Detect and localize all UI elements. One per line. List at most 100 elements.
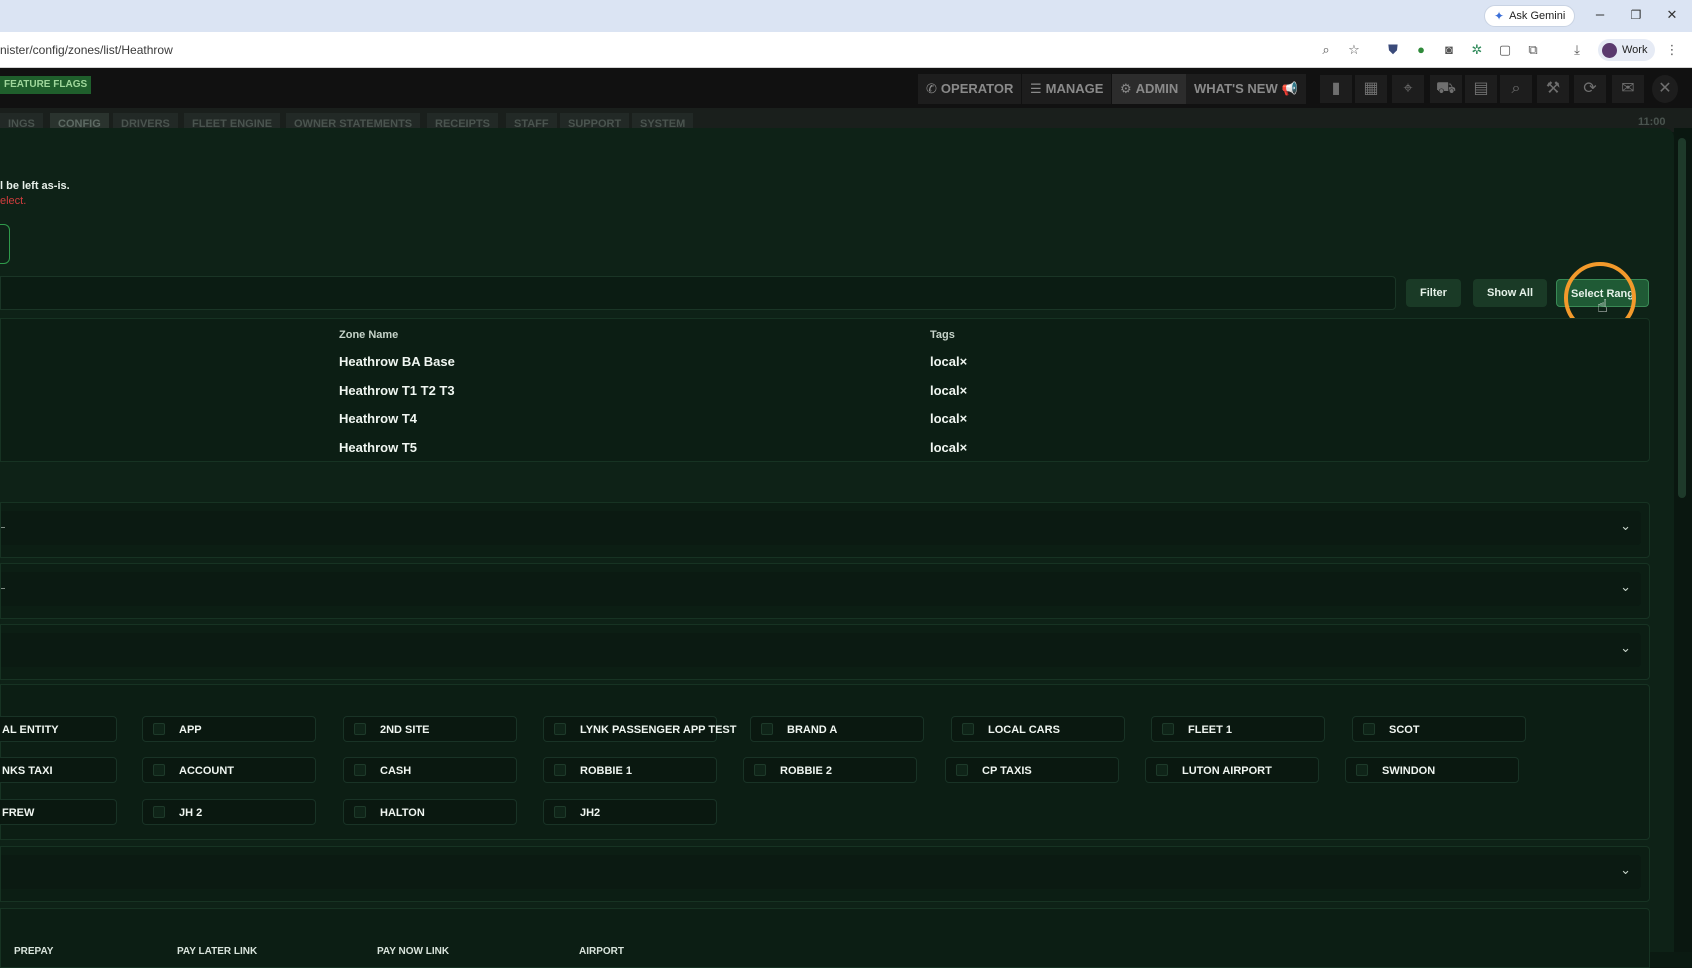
menu-kebab-icon[interactable]: ⋮ <box>1664 42 1680 58</box>
close-icon[interactable]: ✕ <box>1652 75 1678 103</box>
entity-checkbox[interactable]: SCOT <box>1352 716 1526 742</box>
dropdown-select[interactable]: ⌄ <box>1 511 1641 545</box>
tag-cell[interactable]: local× <box>930 440 967 455</box>
entity-checkbox[interactable]: HALTON <box>343 799 517 825</box>
checkbox-box[interactable] <box>554 723 566 735</box>
operator-button[interactable]: ✆ OPERATOR <box>918 74 1022 104</box>
avatar <box>1602 42 1617 58</box>
scrollbar-thumb[interactable] <box>1678 138 1686 498</box>
entity-checkbox[interactable]: SWINDON <box>1345 757 1519 783</box>
minimize-button[interactable]: – <box>1590 6 1610 23</box>
entity-checkbox[interactable]: APP <box>142 716 316 742</box>
dropdown-select[interactable]: ⌄ <box>1 633 1641 667</box>
action-button-partial[interactable] <box>0 224 10 264</box>
download-icon[interactable]: ⤓ <box>1569 42 1585 58</box>
refresh-icon[interactable]: ⟳ <box>1574 75 1606 103</box>
dropdown-select[interactable]: ⌄ <box>1 855 1641 889</box>
entity-checkbox[interactable]: NKS TAXI <box>0 757 117 783</box>
entity-checkbox[interactable]: ROBBIE 2 <box>743 757 917 783</box>
extension-gear-icon[interactable]: ✲ <box>1469 42 1485 58</box>
checkbox-box[interactable] <box>754 764 766 776</box>
checkbox-box[interactable] <box>1356 764 1368 776</box>
checkbox-box[interactable] <box>962 723 974 735</box>
manage-button[interactable]: ☰ MANAGE <box>1022 74 1112 104</box>
checkbox-box[interactable] <box>1162 723 1174 735</box>
entity-checkbox[interactable]: ROBBIE 1 <box>543 757 717 783</box>
tag-cell[interactable]: local× <box>930 354 967 369</box>
ask-gemini-label: Ask Gemini <box>1509 10 1566 22</box>
entity-checkbox[interactable]: 2ND SITE <box>343 716 517 742</box>
checkbox-box[interactable] <box>956 764 968 776</box>
zone-name-cell[interactable]: Heathrow T5 <box>339 440 417 455</box>
dropdown-section: ⌄ <box>0 846 1650 902</box>
admin-button[interactable]: ⚙ ADMIN <box>1112 74 1187 104</box>
tag-cell[interactable]: local× <box>930 383 967 398</box>
entity-checkbox[interactable]: CASH <box>343 757 517 783</box>
dropdown-value-dash <box>1 527 5 528</box>
entity-checkbox[interactable]: LOCAL CARS <box>951 716 1125 742</box>
bookmark-star-icon[interactable]: ☆ <box>1346 42 1362 58</box>
filter-button[interactable]: Filter <box>1406 279 1461 307</box>
grid-icon[interactable]: ▦ <box>1355 75 1387 103</box>
checkbox-box[interactable] <box>354 806 366 818</box>
checkbox-box[interactable] <box>1156 764 1168 776</box>
chat-icon[interactable]: ✉ <box>1612 75 1644 103</box>
zone-name-cell[interactable]: Heathrow BA Base <box>339 354 455 369</box>
header-tags: Tags <box>930 329 955 341</box>
ask-gemini-button[interactable]: ✦ Ask Gemini <box>1484 5 1576 27</box>
car-icon[interactable]: ⛟ <box>1430 75 1462 103</box>
zoom-icon[interactable]: ⌕ <box>1318 42 1334 58</box>
url-input[interactable]: nister/config/zones/list/Heathrow <box>0 43 173 57</box>
entity-label: LOCAL CARS <box>988 724 1060 736</box>
checkbox-box[interactable] <box>153 764 165 776</box>
entity-label: CP TAXIS <box>982 765 1032 777</box>
entity-label: ROBBIE 2 <box>780 765 832 777</box>
checkbox-box[interactable] <box>153 806 165 818</box>
map-pin-icon[interactable]: ⌖ <box>1392 75 1424 103</box>
close-window-button[interactable]: ✕ <box>1662 7 1682 23</box>
entity-checkbox[interactable]: JH2 <box>543 799 717 825</box>
tab-square-icon[interactable]: ▢ <box>1497 42 1513 58</box>
chart-icon[interactable]: ▮ <box>1320 75 1352 103</box>
dropdown-select[interactable]: ⌄ <box>1 572 1641 606</box>
entity-checkbox[interactable]: LUTON AIRPORT <box>1145 757 1319 783</box>
phone-icon: ✆ <box>926 81 937 96</box>
extension-circle-icon[interactable]: ● <box>1413 42 1429 58</box>
entity-checkbox[interactable]: JH 2 <box>142 799 316 825</box>
checkbox-box[interactable] <box>761 723 773 735</box>
extension-shield-icon[interactable]: ⛊ <box>1385 42 1401 58</box>
entity-checkbox[interactable]: BRAND A <box>750 716 924 742</box>
profile-button[interactable]: Work <box>1598 39 1656 61</box>
checkbox-box[interactable] <box>153 723 165 735</box>
tag-cell[interactable]: local× <box>930 411 967 426</box>
wrench-icon[interactable]: ⚒ <box>1537 75 1569 103</box>
checkbox-box[interactable] <box>1363 723 1375 735</box>
entity-checkbox[interactable]: FREW <box>0 799 117 825</box>
restore-button[interactable]: ❐ <box>1626 8 1646 22</box>
zone-name-cell[interactable]: Heathrow T4 <box>339 411 417 426</box>
entity-checkbox[interactable]: AL ENTITY <box>0 716 117 742</box>
page-scrollbar[interactable] <box>1674 128 1692 952</box>
checkbox-box[interactable] <box>354 764 366 776</box>
checkbox-box[interactable] <box>554 764 566 776</box>
document-icon[interactable]: ▤ <box>1465 75 1497 103</box>
entity-label: JH2 <box>580 807 601 819</box>
whats-new-button[interactable]: WHAT'S NEW 📢 <box>1186 74 1306 104</box>
puzzle-icon[interactable]: ⧉ <box>1525 42 1541 58</box>
entity-checkbox[interactable]: LYNK PASSENGER APP TEST <box>543 716 736 742</box>
feature-flags-button[interactable]: FEATURE FLAGS <box>0 76 92 94</box>
entity-checkbox[interactable]: ACCOUNT <box>142 757 316 783</box>
whats-new-label: WHAT'S NEW <box>1194 81 1278 96</box>
entity-checkbox[interactable]: CP TAXIS <box>945 757 1119 783</box>
entity-checkbox[interactable]: FLEET 1 <box>1151 716 1325 742</box>
search-icon[interactable]: ⌕ <box>1500 75 1532 103</box>
zone-name-cell[interactable]: Heathrow T1 T2 T3 <box>339 383 455 398</box>
camera-icon[interactable]: ◙ <box>1441 42 1457 58</box>
zones-table: Zone Name Tags Heathrow BA Base local× H… <box>0 318 1650 462</box>
entity-label: SWINDON <box>1382 765 1436 777</box>
show-all-button[interactable]: Show All <box>1473 279 1548 307</box>
entity-label: APP <box>179 724 202 736</box>
search-input[interactable] <box>0 276 1396 310</box>
checkbox-box[interactable] <box>554 806 566 818</box>
checkbox-box[interactable] <box>354 723 366 735</box>
